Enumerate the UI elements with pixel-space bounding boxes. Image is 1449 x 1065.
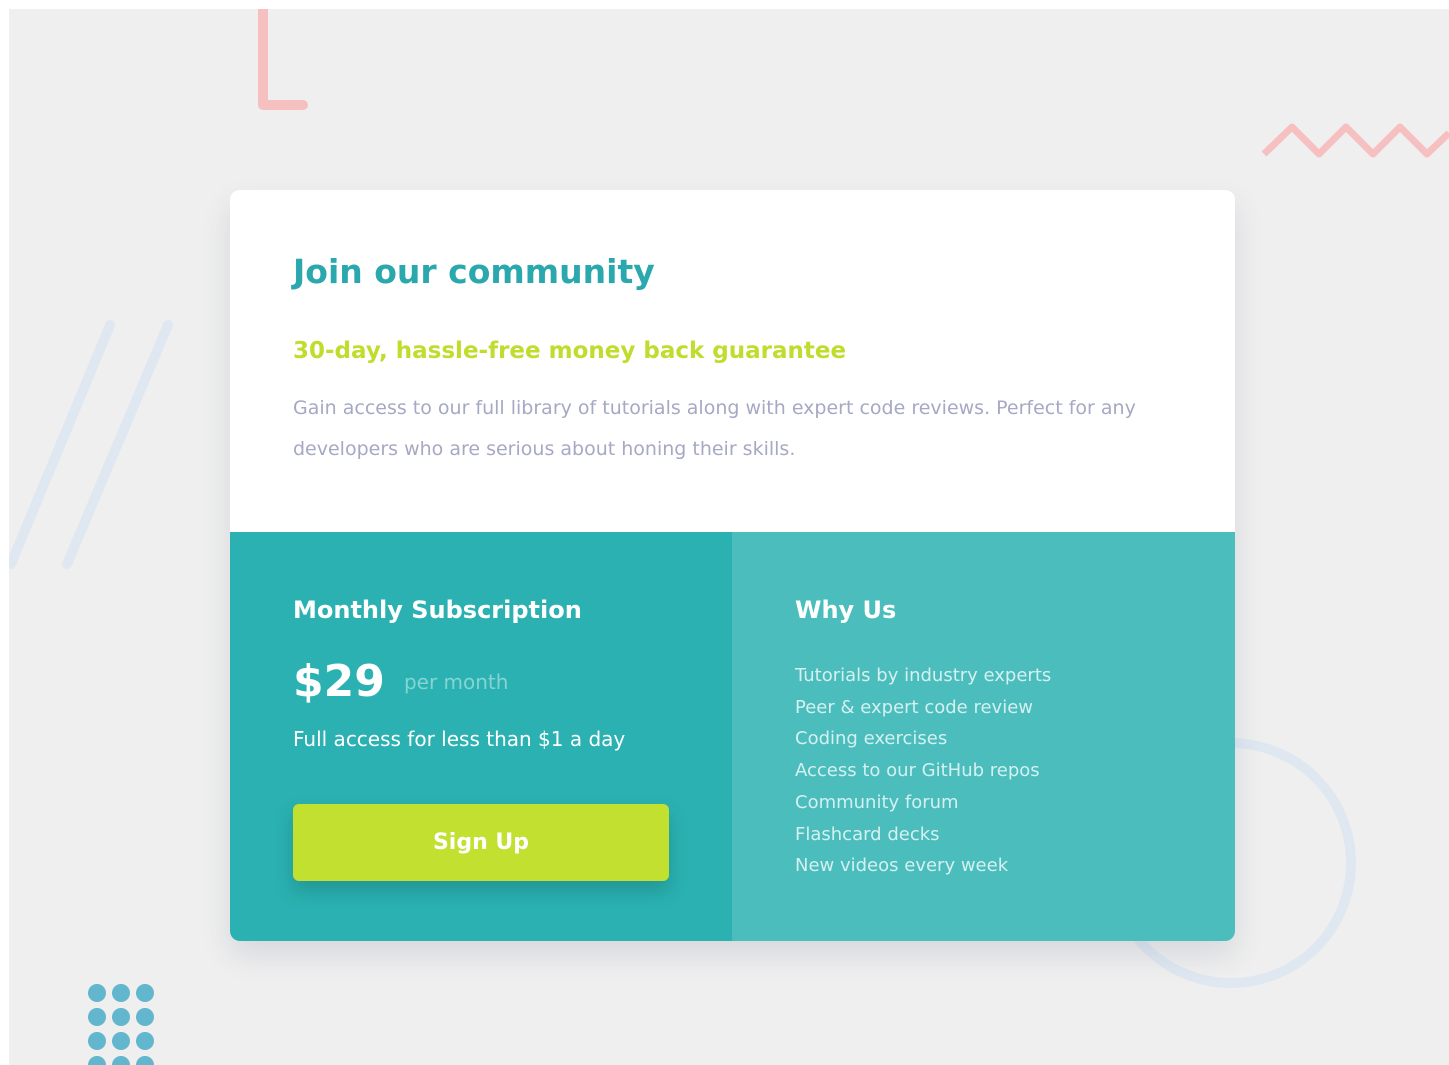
why-us-item: Tutorials by industry experts (795, 665, 1052, 686)
price-row: $29 per month (293, 656, 508, 707)
subscription-card: Join our community 30-day, hassle-free m… (230, 190, 1235, 941)
card-title: Join our community (293, 252, 655, 291)
why-us-item: Coding exercises (795, 728, 948, 750)
blue-diagonal-line-icon (62, 320, 173, 569)
pink-zigzag-icon (1261, 123, 1449, 158)
card-intro-section: Join our community 30-day, hassle-free m… (230, 190, 1235, 532)
sign-up-button[interactable]: Sign Up (293, 804, 669, 881)
subscription-title: Monthly Subscription (293, 596, 582, 624)
price-period: per month (403, 669, 509, 694)
card-description: Gain access to our full library of tutor… (293, 397, 1136, 460)
subscription-section: Monthly Subscription $29 per month Full … (230, 532, 732, 941)
why-us-title: Why Us (795, 596, 897, 624)
page-background: Join our community 30-day, hassle-free m… (9, 9, 1449, 1065)
why-us-item: Community forum (795, 791, 959, 813)
why-us-section: Why Us Tutorials by industry experts Pee… (732, 532, 1235, 941)
price-note: Full access for less than $1 a day (293, 727, 626, 751)
pink-corner-line-icon (258, 9, 308, 110)
why-us-item: Access to our GitHub repos (795, 760, 1040, 782)
why-us-item: New videos every week (795, 855, 1009, 877)
why-us-item: Peer & expert code review (795, 696, 1033, 718)
why-us-list: Tutorials by industry experts Peer & exp… (795, 660, 1051, 882)
guarantee-heading: 30-day, hassle-free money back guarantee (293, 338, 847, 364)
blue-diagonal-line-icon (9, 320, 115, 569)
why-us-item: Flashcard decks (795, 823, 940, 845)
blue-dot-grid-icon (88, 984, 154, 1065)
price-amount: $29 (293, 656, 385, 707)
